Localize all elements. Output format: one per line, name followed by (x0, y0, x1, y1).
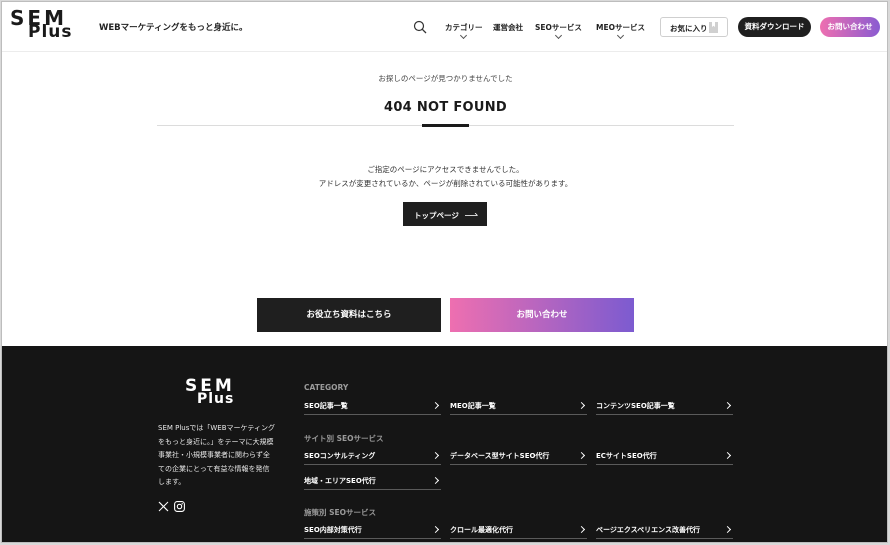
nav-category-label: カテゴリー (445, 23, 483, 32)
contact-cta-button[interactable]: お問い合わせ (450, 298, 634, 332)
x-icon[interactable] (158, 501, 169, 512)
footer-link-label: データベース型サイトSEO代行 (450, 452, 550, 460)
footer-link-content-seo-articles[interactable]: コンテンツSEO記事一覧 (596, 399, 733, 415)
footer-link-label: SEO記事一覧 (304, 402, 348, 410)
chevron-right-icon (431, 451, 440, 460)
nav-company[interactable]: 運営会社 (493, 22, 523, 33)
favorites-label: お気に入り (670, 24, 708, 33)
site-footer: SEM Plus SEM Plusでは「WEBマーケティングをもっと身近に。」を… (2, 346, 887, 542)
footer-link-ec-seo[interactable]: ECサイトSEO代行 (596, 449, 733, 465)
footer-link-label: SEOコンサルティング (304, 452, 376, 460)
chevron-down-icon (554, 31, 562, 40)
footer-link-label: コンテンツSEO記事一覧 (596, 402, 675, 410)
nav-meo-service[interactable]: MEOサービス (596, 22, 645, 40)
footer-description: SEM Plusでは「WEBマーケティングをもっと身近に。」をテーマに大規模事業… (158, 424, 275, 486)
footer-link-label: 地域・エリアSEO代行 (304, 477, 376, 485)
chevron-right-icon (723, 401, 732, 410)
footer-link-label: MEO記事一覧 (450, 402, 496, 410)
footer-measure-seo-heading: 施策別 SEOサービス (304, 508, 377, 517)
chevron-down-icon (460, 31, 468, 40)
site-logo[interactable]: SEM Plus (10, 6, 84, 45)
footer-link-label: ECサイトSEO代行 (596, 452, 657, 460)
chevron-down-icon (616, 31, 625, 40)
chevron-right-icon (431, 476, 440, 485)
footer-link-seo-consulting[interactable]: SEOコンサルティング (304, 449, 441, 465)
download-button[interactable]: 資料ダウンロード (738, 17, 811, 37)
chevron-right-icon (577, 401, 586, 410)
site-tagline: WEBマーケティングをもっと身近に。 (99, 23, 248, 33)
footer-link-meo-articles[interactable]: MEO記事一覧 (450, 399, 587, 415)
nav-category[interactable]: カテゴリー (445, 22, 483, 40)
search-icon[interactable] (413, 20, 427, 34)
footer-link-label: SEO内部対策代行 (304, 526, 362, 534)
arrow-right-icon (465, 213, 478, 216)
favorites-button[interactable]: お気に入り (660, 17, 728, 37)
nav-company-label: 運営会社 (493, 23, 523, 32)
footer-link-local-seo[interactable]: 地域・エリアSEO代行 (304, 474, 441, 490)
not-found-lead: お探しのページが見つかりませんでした (378, 74, 513, 83)
instagram-icon[interactable] (174, 501, 185, 512)
chevron-right-icon (577, 451, 586, 460)
chevron-right-icon (431, 525, 440, 534)
footer-link-page-experience[interactable]: ページエクスペリエンス改善代行 (596, 523, 733, 539)
header-contact-button[interactable]: お問い合わせ (820, 17, 880, 37)
top-page-button[interactable]: トップページ (403, 202, 487, 226)
footer-link-seo-articles[interactable]: SEO記事一覧 (304, 399, 441, 415)
chevron-right-icon (723, 525, 732, 534)
nav-meo-service-label: MEOサービス (596, 23, 645, 32)
bookmark-icon (709, 22, 718, 33)
footer-link-internal-seo[interactable]: SEO内部対策代行 (304, 523, 441, 539)
page-title: 404 NOT FOUND (383, 100, 508, 115)
chevron-right-icon (577, 525, 586, 534)
page-frame: SEM Plus WEBマーケティングをもっと身近に。 カテゴリー 運営会社 S… (1, 1, 888, 543)
site-header: SEM Plus WEBマーケティングをもっと身近に。 カテゴリー 運営会社 S… (2, 2, 887, 52)
title-accent-bar (422, 124, 469, 127)
error-message-line1: ご指定のページにアクセスできませんでした。 (367, 165, 524, 174)
error-message-line2: アドレスが変更されているか、ページが削除されている可能性があります。 (318, 179, 573, 188)
chevron-right-icon (431, 401, 440, 410)
footer-link-label: クロール最適化代行 (450, 526, 513, 534)
top-page-label: トップページ (414, 211, 459, 220)
footer-category-heading: CATEGORY (304, 383, 349, 392)
footer-logo-line2: Plus (197, 391, 235, 407)
footer-link-database-seo[interactable]: データベース型サイトSEO代行 (450, 449, 587, 465)
footer-site-seo-heading: サイト別 SEOサービス (304, 434, 384, 443)
chevron-right-icon (723, 451, 732, 460)
footer-link-crawl-optimization[interactable]: クロール最適化代行 (450, 523, 587, 539)
nav-seo-service[interactable]: SEOサービス (535, 22, 582, 40)
footer-link-label: ページエクスペリエンス改善代行 (596, 526, 701, 534)
documents-cta-button[interactable]: お役立ち資料はこちら (257, 298, 441, 332)
footer-logo[interactable]: SEM Plus (185, 376, 247, 412)
logo-line2: Plus (28, 22, 73, 42)
nav-seo-service-label: SEOサービス (535, 23, 582, 32)
